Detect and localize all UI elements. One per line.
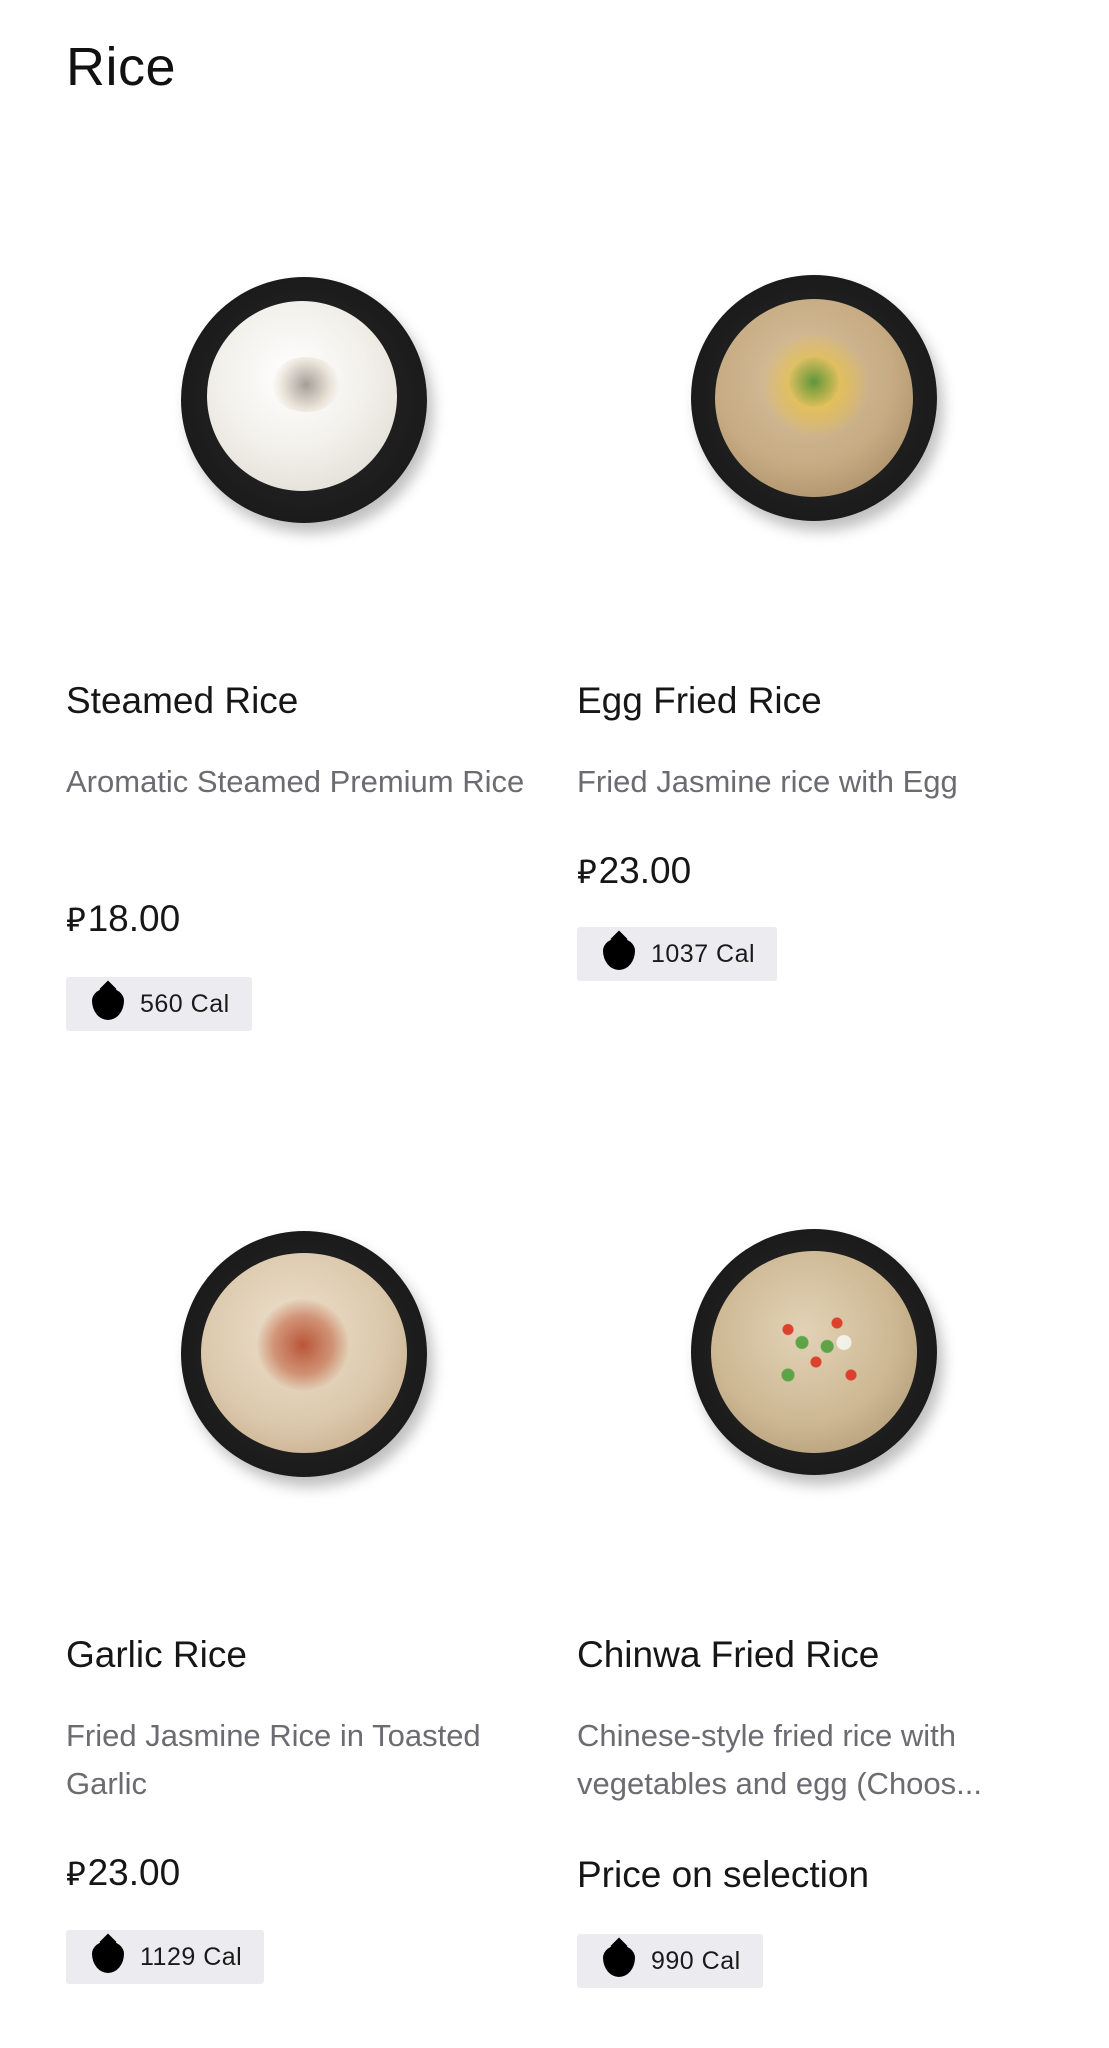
egg-fried-rice-image — [691, 275, 937, 521]
item-price: ⃁18.00 — [66, 898, 181, 939]
item-name: Steamed Rice — [66, 680, 299, 721]
item-price: Price on selection — [577, 1854, 870, 1895]
garlic-rice-image — [181, 1231, 427, 1477]
item-name: Egg Fried Rice — [577, 680, 822, 721]
currency-symbol: ⃁ — [66, 901, 86, 938]
calorie-badge: 990 Cal — [577, 1934, 763, 1988]
item-description: Chinese-style fried rice with vegetables… — [577, 1718, 982, 1801]
item-description: Fried Jasmine rice with Egg — [577, 764, 958, 799]
calorie-badge: 1129 Cal — [66, 1930, 265, 1984]
currency-symbol: ⃁ — [577, 853, 597, 890]
calorie-text: 1129 Cal — [140, 1942, 243, 1971]
calorie-badge: 560 Cal — [66, 977, 252, 1031]
calorie-text: 1037 Cal — [651, 939, 756, 968]
currency-symbol: ⃁ — [66, 1855, 86, 1892]
flame-drop-icon — [603, 1945, 635, 1977]
item-description: Aromatic Steamed Premium Rice — [66, 764, 525, 799]
item-name: Garlic Rice — [66, 1634, 247, 1675]
item-price: ⃁23.00 — [577, 850, 692, 891]
calorie-text: 560 Cal — [140, 989, 230, 1018]
flame-drop-icon — [92, 1941, 124, 1973]
item-price: ⃁23.00 — [66, 1852, 181, 1893]
flame-drop-icon — [92, 988, 124, 1020]
section-title: Rice — [66, 37, 177, 97]
flame-drop-icon — [603, 938, 635, 970]
chinwa-fried-rice-image — [691, 1229, 937, 1475]
item-name: Chinwa Fried Rice — [577, 1634, 880, 1675]
calorie-text: 990 Cal — [651, 1946, 741, 1975]
steamed-rice-image — [181, 277, 427, 523]
calorie-badge: 1037 Cal — [577, 927, 778, 981]
item-description: Fried Jasmine Rice in Toasted Garlic — [66, 1718, 481, 1801]
